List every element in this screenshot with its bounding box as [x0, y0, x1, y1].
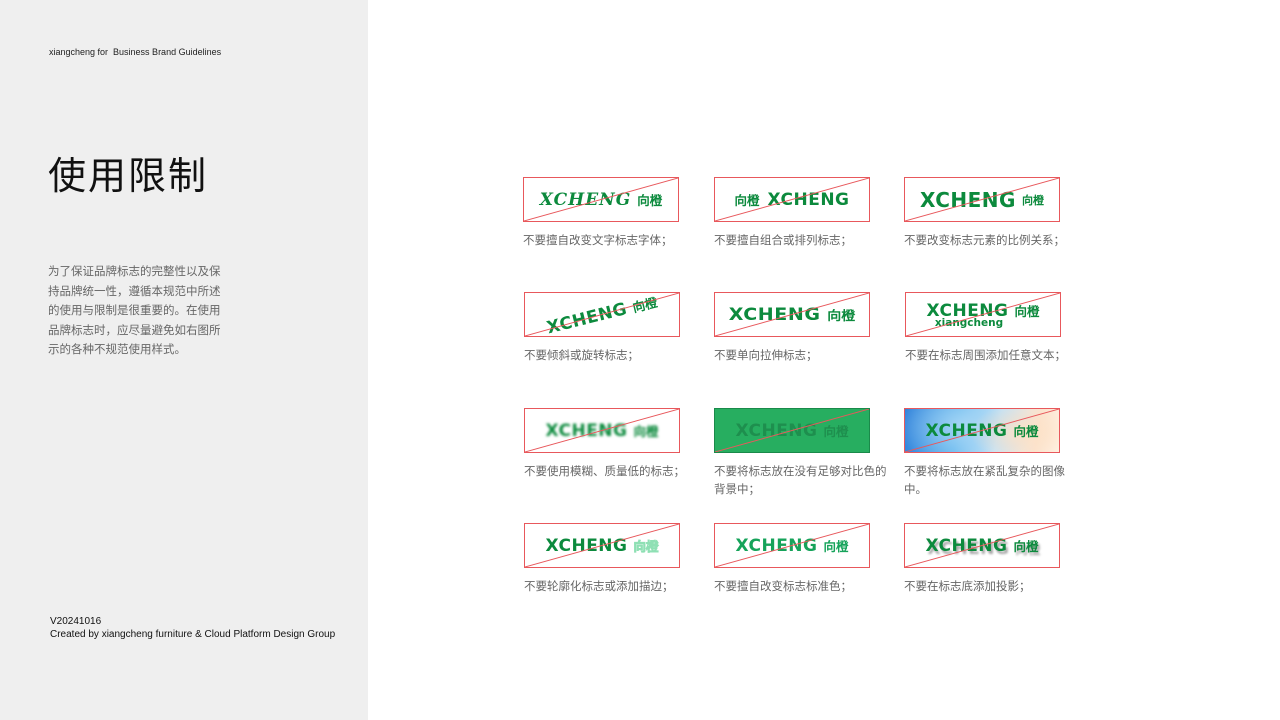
example-caption: 不要在标志周围添加任意文本；	[905, 348, 1066, 362]
example-caption: 不要将标志放在没有足够对比色的背景中；	[714, 464, 887, 496]
example-caption: 不要轮廓化标志或添加描边；	[524, 579, 674, 593]
prohibit-slash-icon	[525, 293, 679, 336]
example-caption: 不要在标志底添加投影；	[904, 579, 1031, 593]
page-title: 使用限制	[48, 154, 209, 198]
logo-box: XCHENG 向橙	[714, 408, 870, 453]
logo-box: XCHENG 向橙	[714, 177, 870, 222]
example-caption: 不要擅自改变标志标准色；	[714, 579, 852, 593]
version-number: V20241016	[50, 616, 102, 627]
logo-box: XCHENG 向橙	[904, 523, 1060, 568]
logo-box: XCHENG 向橙	[714, 292, 870, 337]
intro-line: 示的各种不规范使用样式。	[48, 342, 186, 356]
example-card-color: XCHENG 向橙 不要擅自改变标志标准色；	[714, 523, 914, 595]
logo-box: XCHENG 向橙	[524, 523, 680, 568]
prohibit-slash-icon	[715, 524, 869, 567]
sidebar-panel: xiangcheng for Business Brand Guidelines…	[0, 0, 368, 720]
credit-line: Created by xiangcheng furniture & Cloud …	[50, 629, 336, 640]
prohibit-slash-icon	[905, 524, 1059, 567]
example-card-stretch: XCHENG 向橙 不要单向拉伸标志；	[714, 292, 914, 364]
prohibit-slash-icon	[906, 293, 1060, 336]
intro-line: 为了保证品牌标志的完整性以及保	[48, 264, 221, 278]
example-card-arrangement: XCHENG 向橙 不要擅自组合或排列标志；	[714, 177, 914, 249]
example-caption: 不要擅自组合或排列标志；	[714, 233, 852, 247]
example-card-busy-background: XCHENG 向橙 不要将标志放在紧乱复杂的图像中。	[904, 408, 1104, 498]
example-caption: 不要将标志放在紧乱复杂的图像中。	[904, 464, 1065, 496]
prohibit-slash-icon	[905, 178, 1059, 221]
example-card-rotate: XCHENG 向橙 不要倾斜或旋转标志；	[524, 292, 724, 364]
example-caption: 不要单向拉伸标志；	[714, 348, 818, 362]
version-info: V20241016 Created by xiangcheng furnitur…	[50, 615, 335, 641]
logo-box: XCHENG 向橙	[904, 408, 1060, 453]
logo-box: XCHENG 向橙	[524, 408, 680, 453]
intro-line: 品牌标志时，应尽量避免如右图所	[48, 322, 221, 337]
intro-line: 持品牌统一性，遵循本规范中所述	[48, 283, 221, 298]
prohibit-slash-icon	[905, 409, 1059, 452]
example-caption: 不要改变标志元素的比例关系；	[904, 233, 1065, 247]
logo-box: XCHENG 向橙	[904, 177, 1060, 222]
prohibit-slash-icon	[525, 524, 679, 567]
example-card-font: XCHENG 向橙 不要擅自改变文字标志字体；	[523, 177, 723, 249]
example-caption: 不要擅自改变文字标志字体；	[523, 233, 673, 247]
example-card-blur: XCHENG 向橙 不要使用模糊、质量低的标志；	[524, 408, 724, 480]
intro-paragraph: 为了保证品牌标志的完整性以及保 持品牌统一性，遵循本规范中所述 的使用与限制是很…	[48, 262, 238, 360]
example-caption: 不要倾斜或旋转标志；	[524, 348, 639, 362]
prohibit-slash-icon	[715, 178, 869, 221]
example-card-ratio: XCHENG 向橙 不要改变标志元素的比例关系；	[904, 177, 1104, 249]
prohibit-slash-icon	[715, 293, 869, 336]
prohibit-slash-icon	[524, 178, 678, 221]
logo-box: XCHENG 向橙 xiangcheng	[905, 292, 1061, 337]
logo-box: XCHENG 向橙	[714, 523, 870, 568]
prohibit-slash-icon	[715, 409, 869, 452]
example-caption: 不要使用模糊、质量低的标志；	[524, 464, 685, 478]
logo-box: XCHENG 向橙	[524, 292, 680, 337]
intro-line: 的使用与限制是很重要的。在使用	[48, 303, 221, 317]
example-card-low-contrast: XCHENG 向橙 不要将标志放在没有足够对比色的背景中；	[714, 408, 914, 498]
logo-box: XCHENG 向橙	[523, 177, 679, 222]
example-card-shadow: XCHENG 向橙 不要在标志底添加投影；	[904, 523, 1104, 595]
example-card-extra-text: XCHENG 向橙 xiangcheng 不要在标志周围添加任意文本；	[905, 292, 1105, 364]
brand-guidelines-line: xiangcheng for Business Brand Guidelines	[49, 47, 222, 57]
example-card-outline: XCHENG 向橙 不要轮廓化标志或添加描边；	[524, 523, 724, 595]
prohibit-slash-icon	[525, 409, 679, 452]
